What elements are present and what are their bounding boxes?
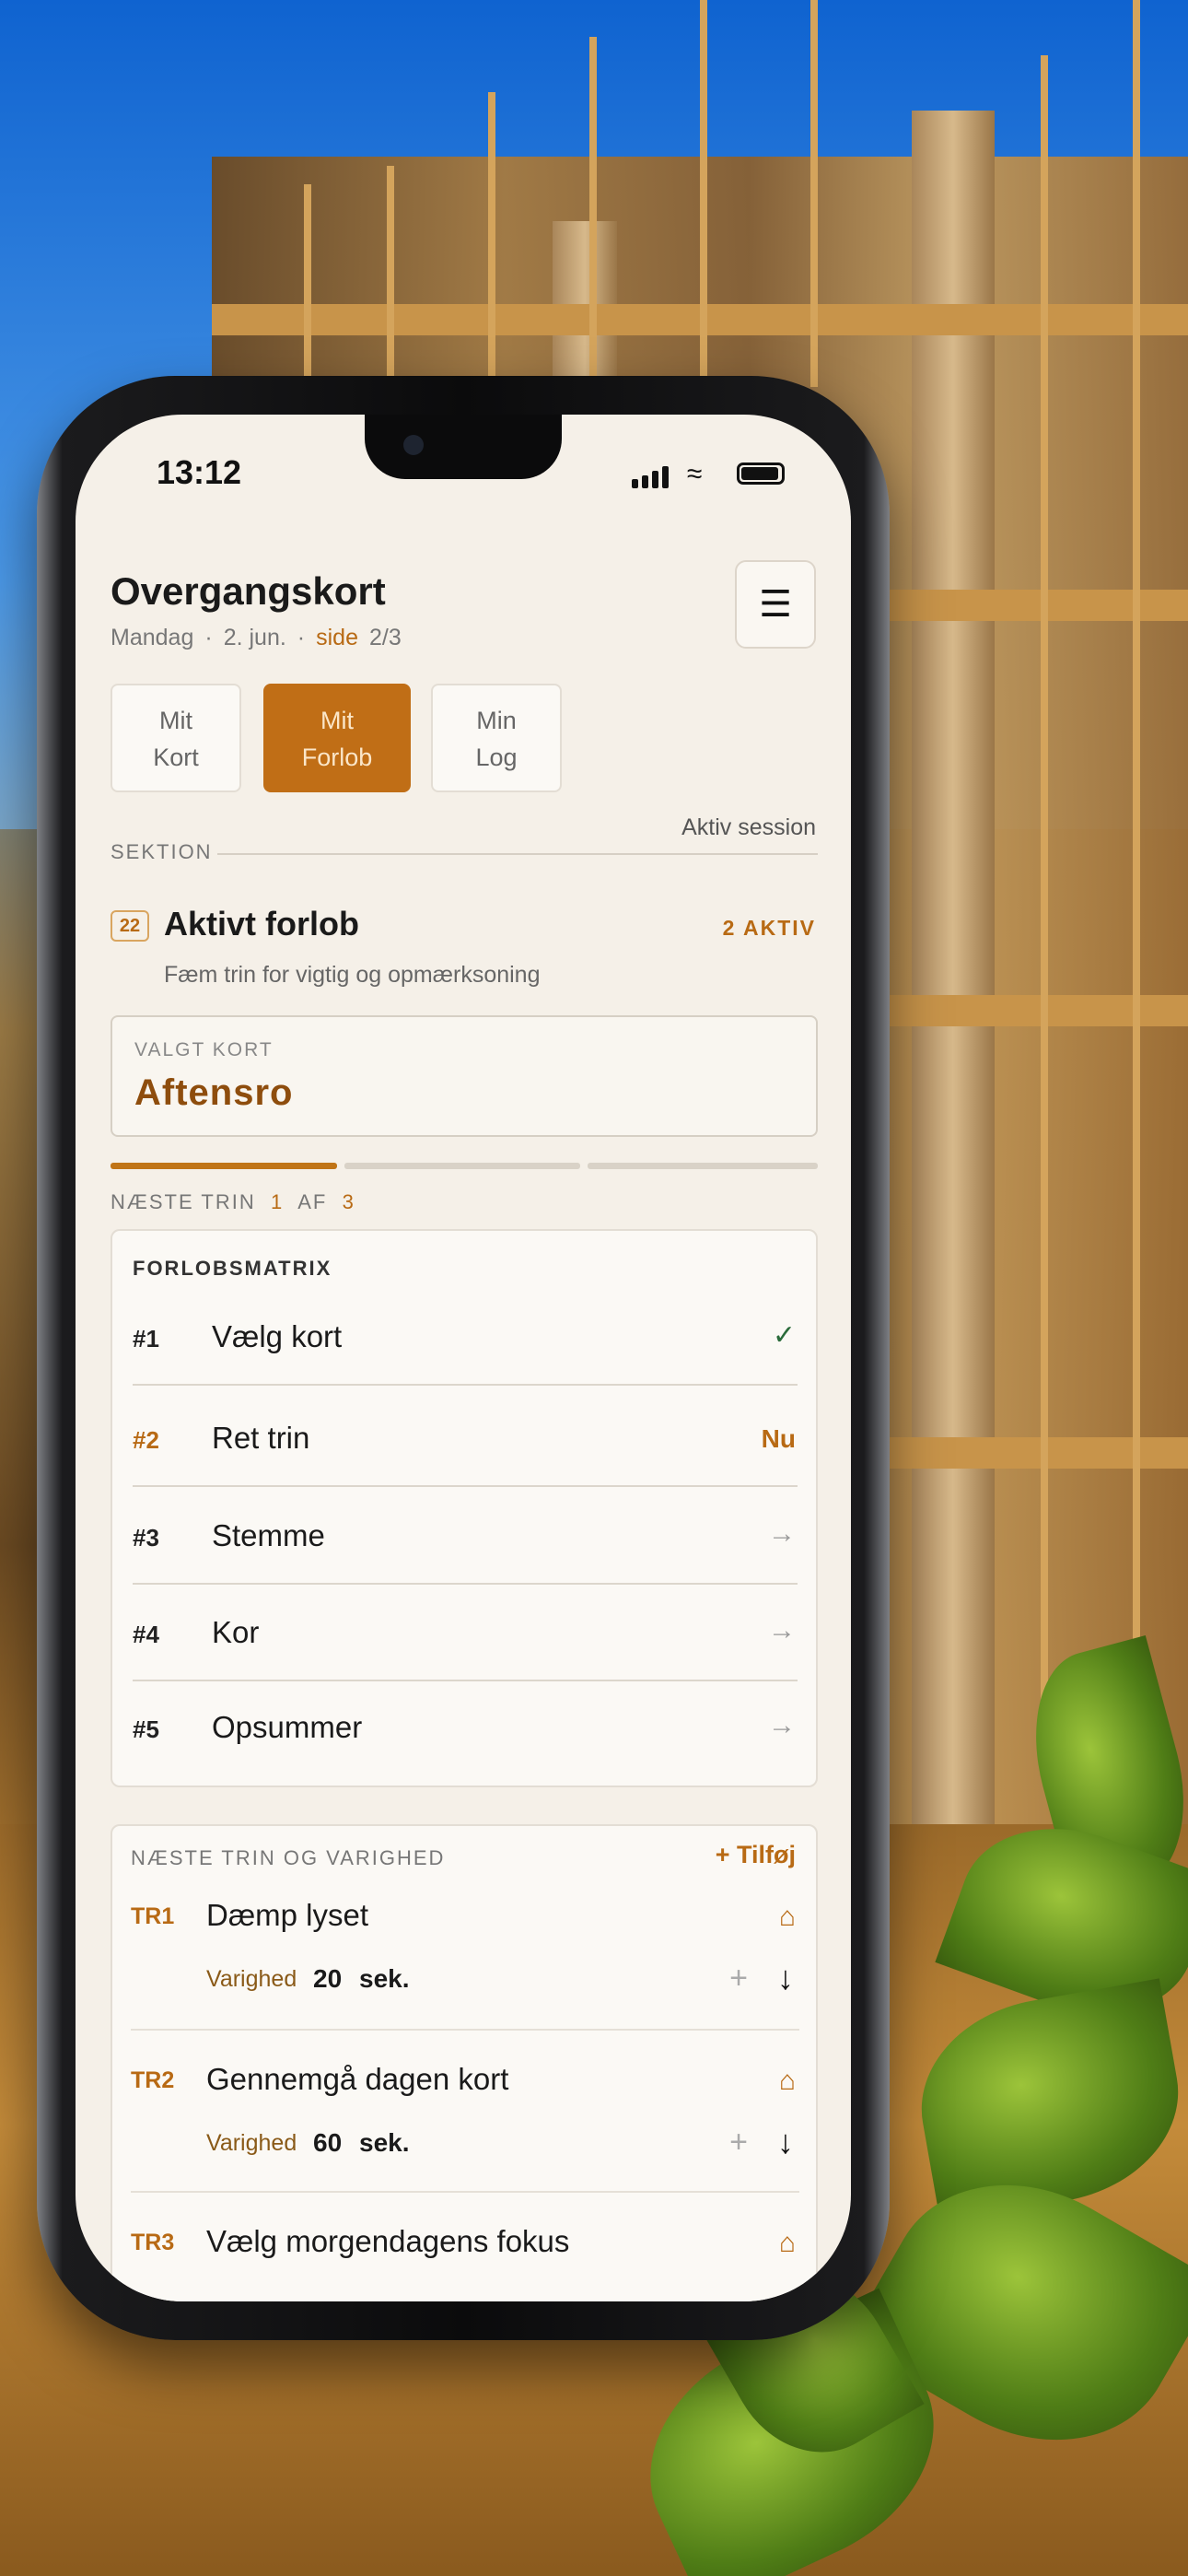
status-time: 13:12 [157,453,242,491]
wifi-icon: ≈ [687,459,703,489]
progress-total: 3 [342,1190,355,1213]
next-steps-heading: NÆSTE TRIN OG VARIGHED [131,1846,446,1869]
matrix-heading: FORLOBSMATRIX [133,1257,332,1280]
plus-icon[interactable]: + [729,2125,748,2160]
tab-mit-kort[interactable]: Mit Kort [111,684,241,792]
tab-min-log[interactable]: Min Log [431,684,562,792]
session-label: Aktiv session [681,814,816,840]
home-icon[interactable]: ⌂ [779,2066,796,2097]
signal-icon [632,466,669,488]
section-title: Aktivt forlob [164,905,359,943]
app-screen: 13:12 ≈ Overgangskort Mandag · 2. jun. ·… [76,415,851,2301]
arrow-right-icon: → [768,1518,796,1549]
page-title: Overgangskort [111,569,386,613]
section-description: Fæm trin for vigtig og opmærksoning [164,962,541,988]
divider [131,2029,799,2031]
date-label: 2. jun. [223,625,286,650]
current-step-badge: Nu [761,1424,796,1453]
divider [217,853,818,855]
plus-icon: + [715,1841,730,1868]
home-icon[interactable]: ⌂ [779,1902,796,1933]
add-step-button[interactable]: + Tilføj [716,1841,796,1869]
matrix-row[interactable]: #2 Ret trin Nu [133,1391,798,1487]
phone-frame: 13:12 ≈ Overgangskort Mandag · 2. jun. ·… [37,376,890,2340]
matrix-card: FORLOBSMATRIX #1 Vælg kort ✓ #2 Ret trin… [111,1229,818,1787]
selected-card-field[interactable]: VALGT KORT Aftensro [111,1015,818,1137]
section-badge: 22 [111,910,149,942]
check-icon: ✓ [772,1320,796,1351]
selected-card-value: Aftensro [134,1072,294,1113]
matrix-row[interactable]: #1 Vælg kort ✓ [133,1290,798,1386]
notch [365,415,562,479]
menu-icon: ☰ [759,584,792,625]
progress-current: 1 [270,1190,285,1213]
duration-value[interactable]: 60 [313,2128,342,2158]
matrix-row[interactable]: #5 Opsummer → [133,1680,798,1776]
matrix-row[interactable]: #4 Kor → [133,1586,798,1681]
duration-value[interactable]: 20 [313,1964,342,1994]
selected-card-label: VALGT KORT [134,1039,274,1060]
section-label: SEKTION [111,840,213,863]
next-steps-card: NÆSTE TRIN OG VARIGHED + Tilføj TR1 Dæmp… [111,1824,818,2301]
matrix-row[interactable]: #3 Stemme → [133,1489,798,1585]
page-subtitle: Mandag · 2. jun. · side 2/3 [111,625,402,650]
plus-icon[interactable]: + [729,1961,748,1996]
tab-mit-forlob[interactable]: Mit Forlob [263,684,411,792]
progress-segment-2 [344,1163,580,1169]
arrow-right-icon: → [768,1615,796,1645]
arrow-down-icon[interactable]: ↓ [777,1959,794,1997]
active-count: 2 AKTIV [722,916,816,940]
progress-segment-3 [588,1163,818,1169]
arrow-down-icon[interactable]: ↓ [777,2123,794,2161]
progress-text: NÆSTE TRIN 1 AF 3 [111,1190,355,1213]
battery-icon [737,463,785,485]
page-label: side [316,625,358,650]
progress-segment-1 [111,1163,337,1169]
menu-button[interactable]: ☰ [735,560,816,649]
divider [131,2191,799,2193]
day-label: Mandag [111,625,194,650]
home-icon[interactable]: ⌂ [779,2228,796,2259]
arrow-right-icon: → [768,1710,796,1740]
page-number: 2/3 [369,625,402,650]
